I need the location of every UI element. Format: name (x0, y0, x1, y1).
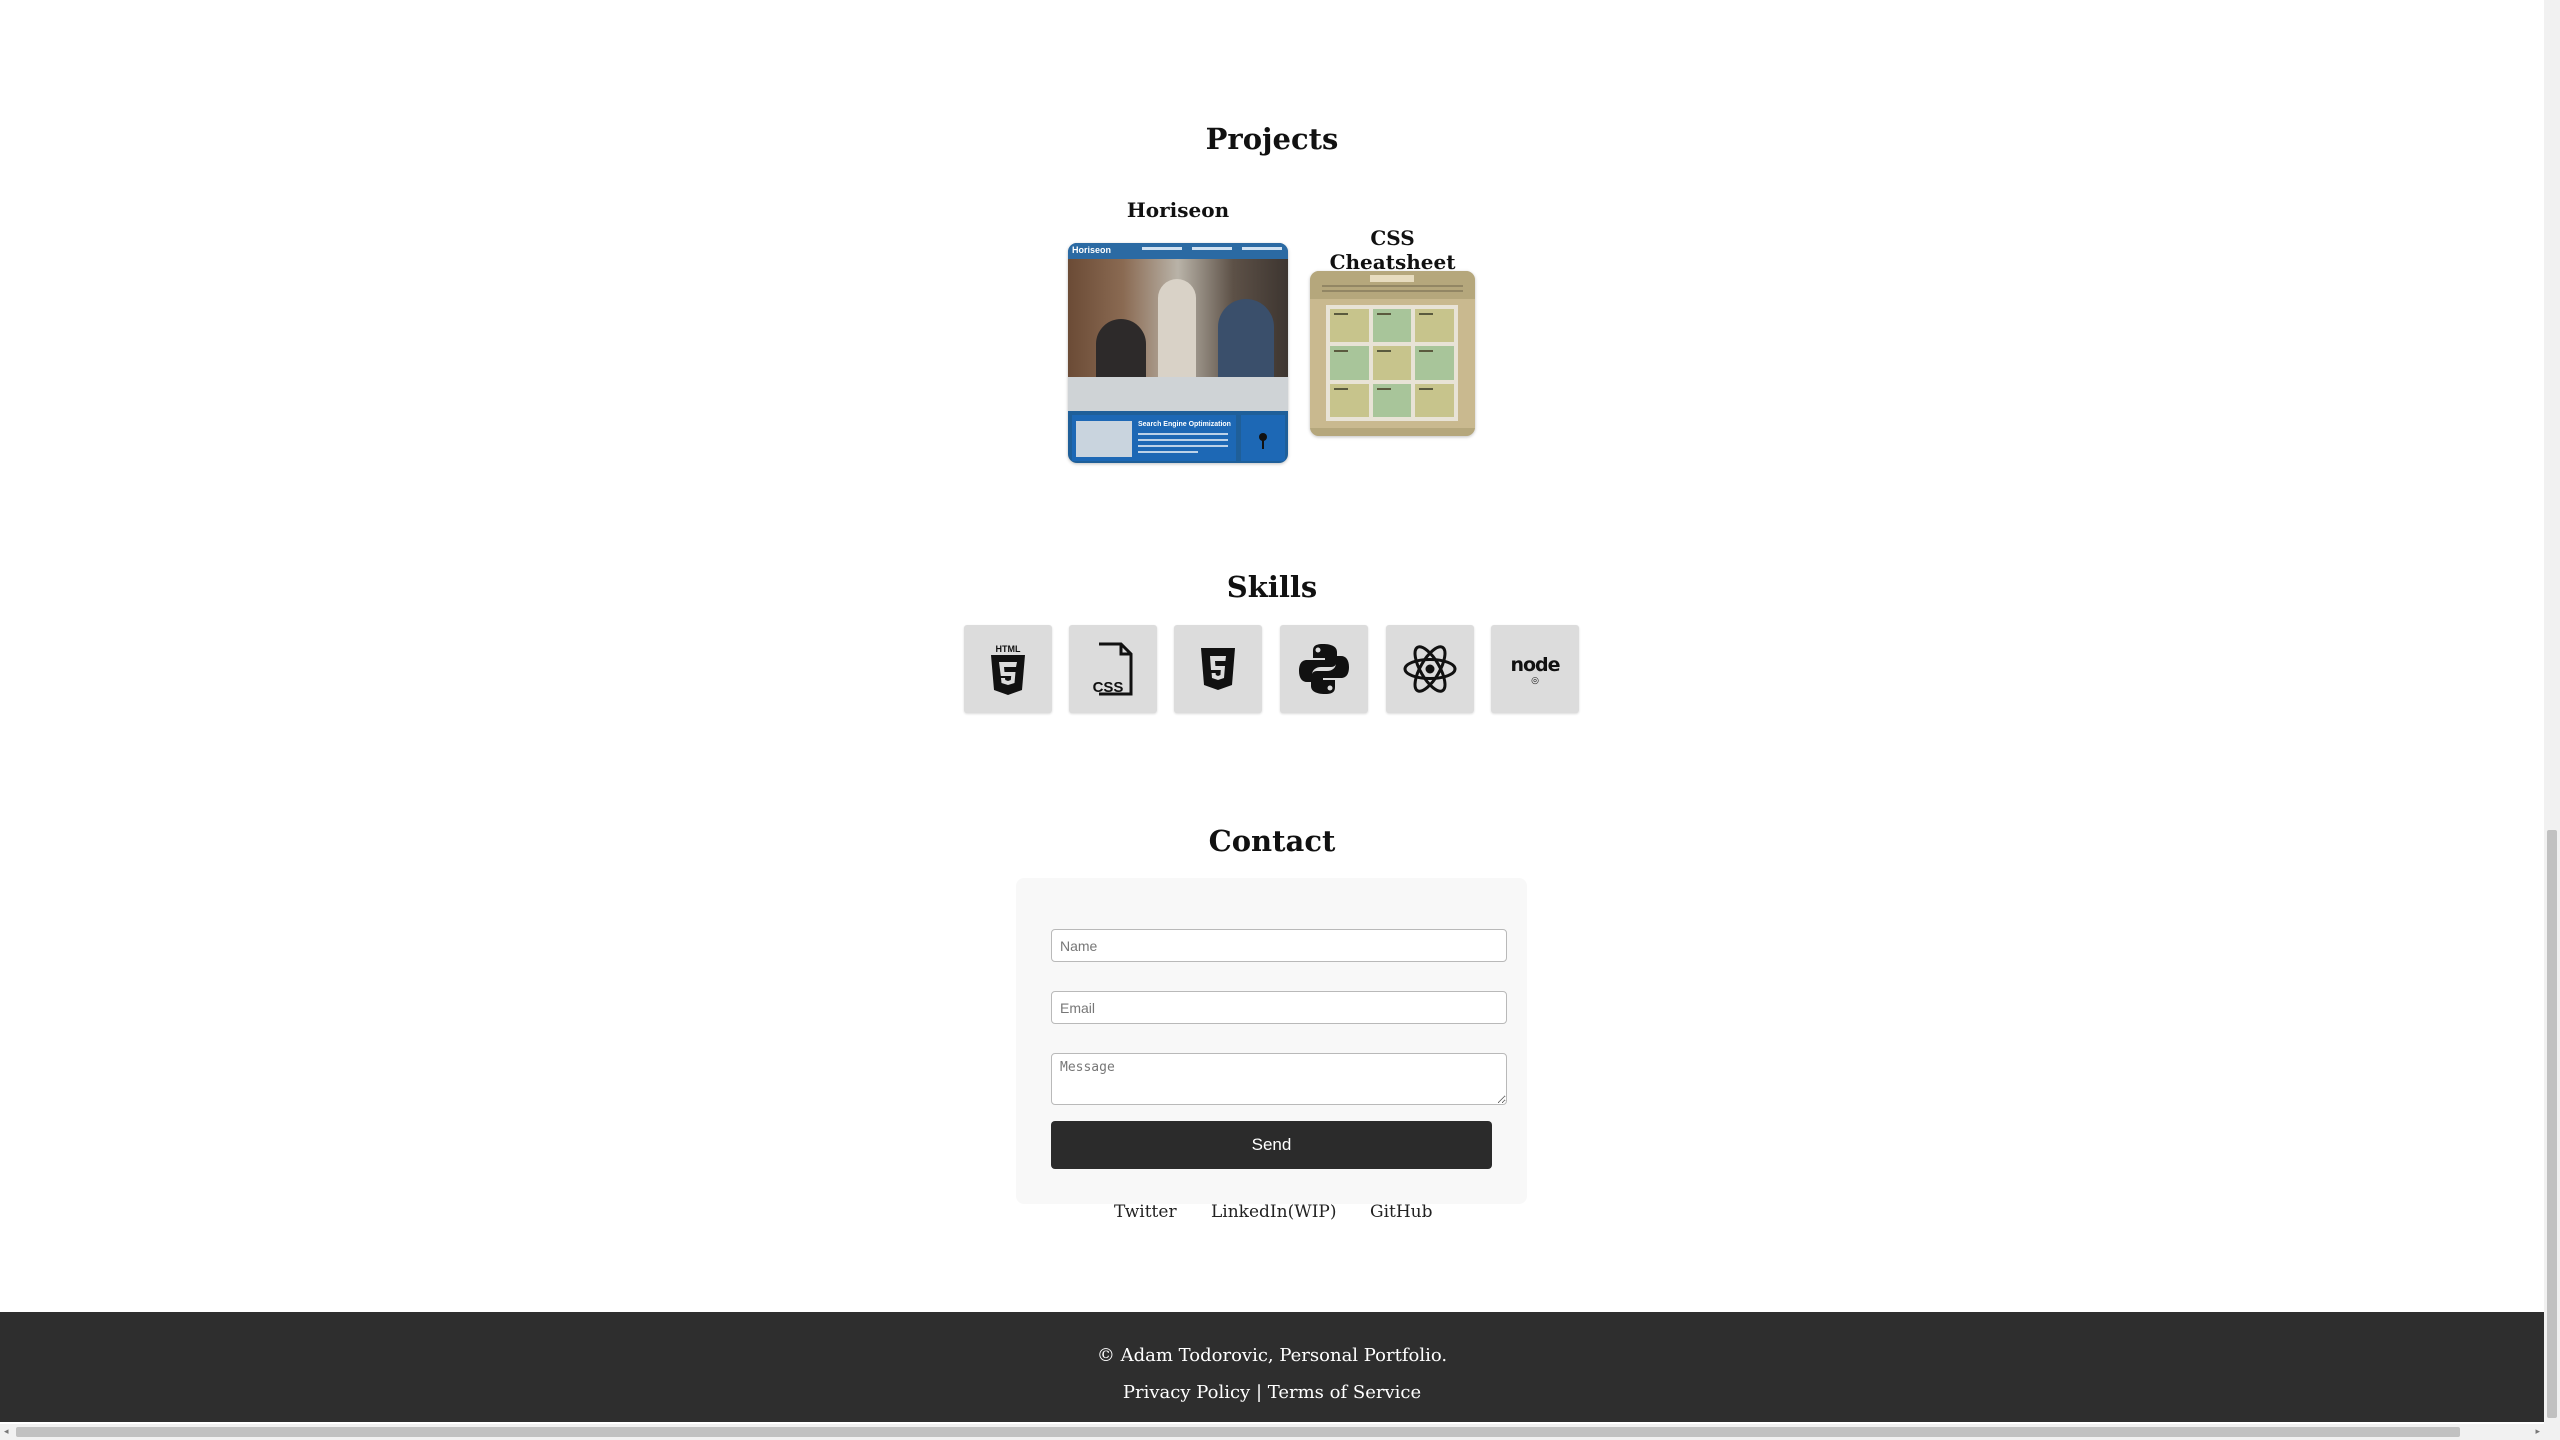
page: Projects Horiseon Horiseon Search Engine… (0, 0, 2560, 1440)
python-icon (1299, 644, 1349, 694)
send-button[interactable]: Send (1051, 1121, 1492, 1169)
linkedin-link[interactable]: LinkedIn(WIP) (1211, 1202, 1336, 1222)
thumb-header: Horiseon (1068, 243, 1288, 259)
css-cheatsheet-project-thumbnail[interactable] (1310, 271, 1475, 436)
thumb-nav (1142, 247, 1282, 250)
thumb-key-card (1241, 415, 1285, 461)
vertical-scrollbar[interactable] (2544, 0, 2560, 1424)
thumb-seo-title: Search Engine Optimization (1138, 421, 1231, 428)
thumb-grid (1326, 305, 1458, 421)
skill-tile-python (1280, 625, 1368, 713)
css-icon: CSS (1093, 642, 1133, 696)
thumb-seo-card: Search Engine Optimization (1072, 415, 1236, 461)
footer-copyright: © Adam Todorovic, Personal Portfolio. (1096, 1345, 1448, 1366)
svg-text:CSS: CSS (1093, 679, 1124, 696)
footer: © Adam Todorovic, Personal Portfolio. Pr… (0, 1312, 2544, 1422)
svg-text:◎: ◎ (1531, 676, 1539, 686)
skills-heading: Skills (1226, 570, 1318, 604)
svg-text:HTML: HTML (996, 644, 1021, 654)
contact-heading: Contact (1208, 824, 1336, 858)
horiseon-project-thumbnail[interactable]: Horiseon Search Engine Optimization (1068, 243, 1288, 463)
projects-heading: Projects (1205, 122, 1339, 156)
vertical-scrollbar-thumb[interactable] (2547, 830, 2557, 1418)
horizontal-scrollbar[interactable]: ◂ ▸ (0, 1424, 2560, 1440)
html5-icon: HTML (991, 644, 1025, 695)
terms-of-service-link[interactable]: Terms of Service (1268, 1382, 1421, 1403)
thumb-hero-image (1068, 259, 1288, 411)
github-link[interactable]: GitHub (1370, 1202, 1433, 1222)
skill-tile-node: node ◎ (1491, 625, 1579, 713)
horizontal-scrollbar-thumb[interactable] (16, 1427, 2460, 1437)
thumb-header (1310, 271, 1475, 299)
scroll-left-arrow-icon[interactable]: ◂ (4, 1427, 9, 1437)
footer-separator: | (1255, 1382, 1263, 1403)
skill-tile-html: HTML (964, 625, 1052, 713)
project-title-horiseon: Horiseon (1126, 198, 1230, 222)
privacy-policy-link[interactable]: Privacy Policy (1123, 1382, 1250, 1403)
email-input[interactable] (1051, 991, 1507, 1024)
message-textarea[interactable] (1051, 1053, 1507, 1105)
javascript-shield-icon (1201, 648, 1235, 690)
twitter-link[interactable]: Twitter (1114, 1202, 1177, 1222)
node-icon: node ◎ (1510, 654, 1560, 686)
skill-tile-css: CSS (1069, 625, 1157, 713)
skill-tile-react (1386, 625, 1474, 713)
thumb-logo: Horiseon (1072, 245, 1112, 255)
name-input[interactable] (1051, 929, 1507, 962)
skill-tile-javascript (1174, 625, 1262, 713)
svg-text:node: node (1510, 654, 1559, 676)
project-title-css-cheatsheet: CSS Cheatsheet (1329, 226, 1456, 274)
scroll-right-arrow-icon[interactable]: ▸ (2535, 1427, 2540, 1437)
react-icon (1403, 645, 1457, 693)
footer-links: Privacy Policy | Terms of Service (0, 1382, 2544, 1403)
